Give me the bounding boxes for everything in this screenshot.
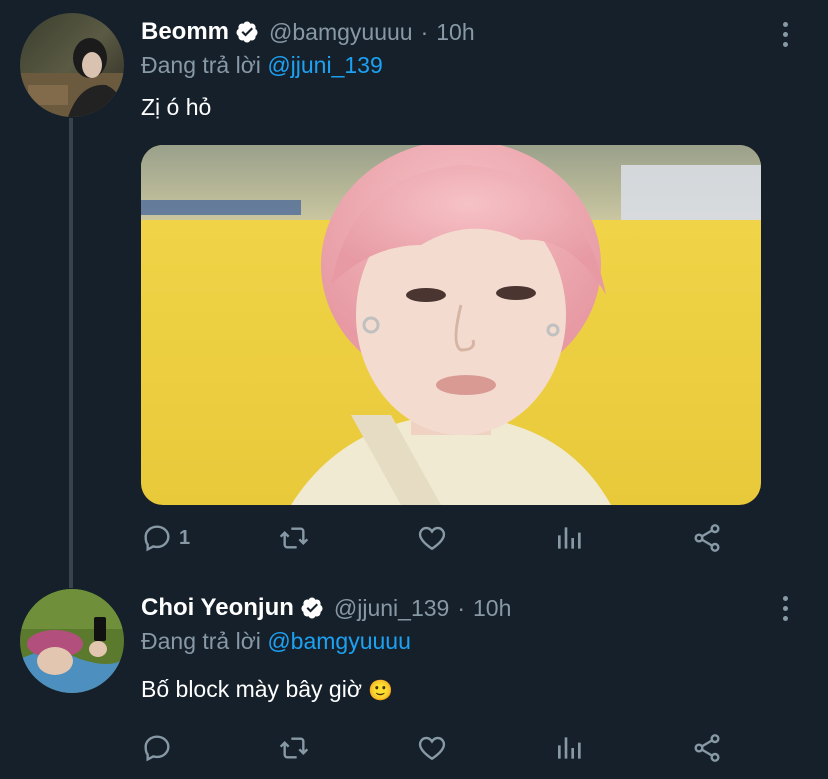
- like-icon: [418, 736, 446, 761]
- tweet-choi-yeonjun[interactable]: Choi Yeonjun @jjuni_139 · 10h Đang trả l…: [0, 580, 828, 779]
- tweet-text-content: Bố block mày bây giờ: [141, 676, 362, 702]
- tweet-header: Choi Yeonjun @jjuni_139 · 10h: [141, 594, 511, 622]
- mention-link[interactable]: @jjuni_139: [267, 52, 382, 78]
- retweet-icon: [279, 737, 309, 759]
- reply-count: 1: [179, 526, 191, 549]
- retweet-icon: [279, 527, 309, 549]
- separator-dot: ·: [457, 594, 466, 621]
- verified-badge-icon: [301, 597, 323, 619]
- replying-to: Đang trả lời @bamgyuuuu: [141, 628, 411, 655]
- avatar-choi-yeonjun[interactable]: [20, 589, 124, 693]
- mention-link[interactable]: @bamgyuuuu: [267, 628, 411, 654]
- like-button[interactable]: [416, 518, 448, 558]
- tweet-photo[interactable]: [141, 145, 761, 505]
- user-handle[interactable]: @bamgyuuuu: [269, 19, 413, 46]
- user-handle[interactable]: @jjuni_139: [334, 595, 449, 622]
- avatar-beomm[interactable]: [20, 13, 124, 117]
- smiling-face-emoji: 🙂: [368, 680, 394, 702]
- share-button[interactable]: [691, 518, 723, 558]
- tweet-beomm[interactable]: Beomm @bamgyuuuu · 10h Đang trả lời @jju…: [0, 0, 828, 580]
- analytics-button[interactable]: [554, 518, 586, 558]
- analytics-button[interactable]: [554, 728, 586, 768]
- replying-to-label: Đang trả lời: [141, 52, 268, 78]
- more-options-icon[interactable]: [780, 22, 790, 47]
- replying-to: Đang trả lời @jjuni_139: [141, 52, 383, 79]
- reply-icon: [144, 735, 170, 762]
- reply-icon: [144, 525, 170, 552]
- share-icon: [694, 734, 720, 762]
- display-name[interactable]: Beomm: [141, 18, 229, 46]
- display-name[interactable]: Choi Yeonjun: [141, 594, 294, 622]
- retweet-button[interactable]: [278, 518, 310, 558]
- reply-button[interactable]: [141, 728, 179, 768]
- reply-button[interactable]: 1: [141, 518, 190, 558]
- tweet-text: Zị ó hỏ: [141, 94, 212, 120]
- like-icon: [418, 526, 446, 551]
- replying-to-label: Đang trả lời: [141, 628, 268, 654]
- timestamp[interactable]: 10h: [473, 595, 511, 622]
- tweet-text: Bố block mày bây giờ 🙂: [141, 676, 393, 703]
- retweet-button[interactable]: [278, 728, 310, 768]
- more-options-icon[interactable]: [780, 596, 790, 621]
- like-button[interactable]: [416, 728, 448, 768]
- tweet-actions: [141, 728, 761, 768]
- share-icon: [694, 524, 720, 552]
- timestamp[interactable]: 10h: [436, 19, 474, 46]
- verified-badge-icon: [236, 21, 258, 43]
- analytics-icon: [558, 737, 581, 759]
- separator-dot: ·: [420, 18, 429, 45]
- analytics-icon: [558, 527, 581, 549]
- tweet-actions: 1: [141, 518, 761, 558]
- tweet-header: Beomm @bamgyuuuu · 10h: [141, 18, 475, 46]
- share-button[interactable]: [691, 728, 723, 768]
